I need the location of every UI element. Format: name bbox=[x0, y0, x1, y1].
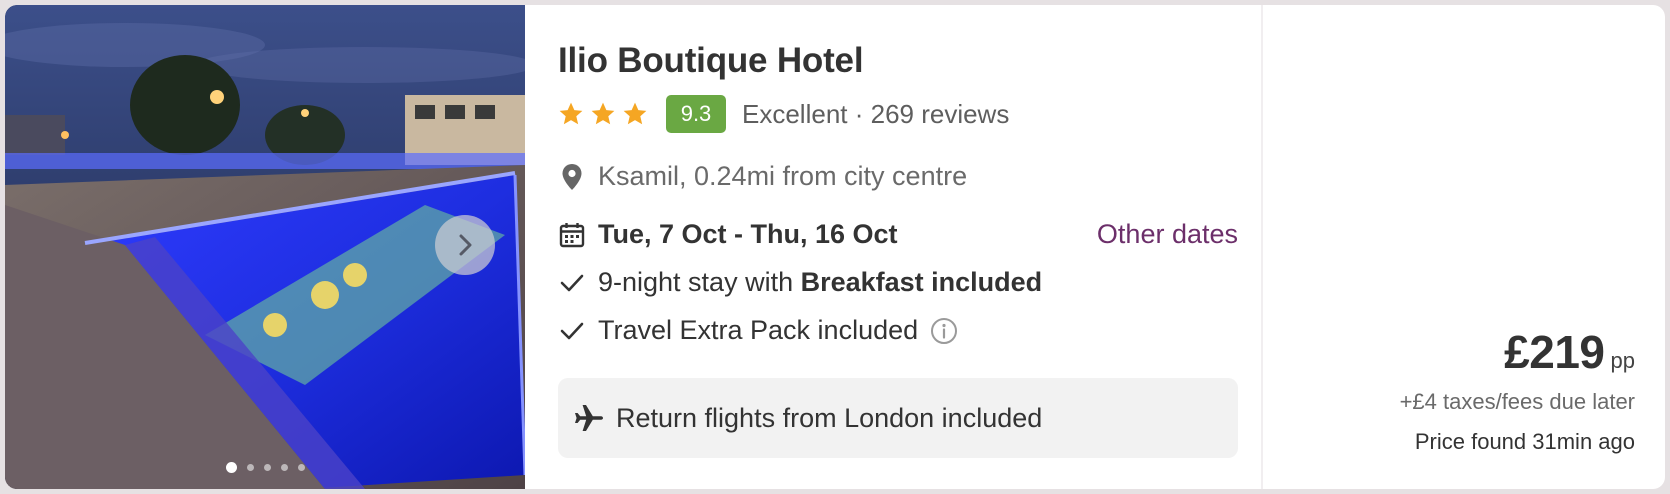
carousel-dot[interactable] bbox=[225, 462, 237, 473]
carousel-dot[interactable] bbox=[280, 464, 288, 471]
location-row: Ksamil, 0.24mi from city centre bbox=[558, 161, 967, 192]
board-basis: Breakfast included bbox=[800, 267, 1043, 297]
price-amount[interactable]: £219 bbox=[1504, 325, 1605, 379]
other-dates-link[interactable]: Other dates bbox=[1097, 219, 1238, 250]
star-icon bbox=[623, 102, 647, 125]
hotel-card[interactable]: Ilio Boutique Hotel 9.3 Excellent · 269 … bbox=[5, 5, 1665, 489]
flights-included-box: Return flights from London included bbox=[558, 378, 1238, 458]
carousel-dot[interactable] bbox=[297, 464, 305, 471]
star-rating bbox=[558, 101, 654, 127]
dates-row: Tue, 7 Oct - Thu, 16 Oct bbox=[558, 219, 898, 250]
check-icon bbox=[558, 269, 586, 297]
rating-row: 9.3 Excellent · 269 reviews bbox=[558, 95, 1009, 133]
price-panel: £219 pp +£4 taxes/fees due later Price f… bbox=[1263, 5, 1665, 489]
star-icon bbox=[559, 102, 583, 125]
stay-row: 9-night stay with Breakfast included bbox=[558, 267, 1042, 298]
travel-dates: Tue, 7 Oct - Thu, 16 Oct bbox=[598, 219, 898, 249]
carousel-dot[interactable] bbox=[246, 464, 254, 471]
flights-text: Return flights from London included bbox=[616, 402, 1043, 433]
review-summary[interactable]: Excellent · 269 reviews bbox=[742, 99, 1009, 130]
calendar-icon bbox=[558, 221, 586, 249]
review-score-badge: 9.3 bbox=[666, 95, 726, 133]
stay-length: 9-night stay with bbox=[598, 267, 801, 297]
price-unit: pp bbox=[1610, 348, 1635, 373]
carousel-dots bbox=[5, 462, 525, 473]
extra-pack-text: Travel Extra Pack included bbox=[598, 315, 919, 345]
taxes-note: +£4 taxes/fees due later bbox=[1399, 389, 1635, 414]
price-found-time: Price found 31min ago bbox=[1414, 429, 1635, 454]
location-text: Ksamil, 0.24mi from city centre bbox=[598, 161, 968, 191]
extra-pack-row: Travel Extra Pack included bbox=[558, 315, 958, 346]
hotel-info: Ilio Boutique Hotel 9.3 Excellent · 269 … bbox=[558, 5, 1238, 489]
plane-icon bbox=[574, 402, 606, 434]
hotel-photo-carousel[interactable] bbox=[5, 5, 525, 489]
carousel-dot[interactable] bbox=[263, 464, 271, 471]
next-photo-button[interactable] bbox=[435, 215, 495, 275]
star-icon bbox=[591, 102, 615, 125]
hotel-name[interactable]: Ilio Boutique Hotel bbox=[558, 41, 864, 81]
map-pin-icon bbox=[558, 163, 586, 191]
chevron-right-icon bbox=[459, 234, 472, 256]
price-line: £219 pp bbox=[1504, 325, 1635, 379]
check-icon bbox=[558, 317, 586, 345]
info-icon[interactable] bbox=[930, 317, 958, 345]
